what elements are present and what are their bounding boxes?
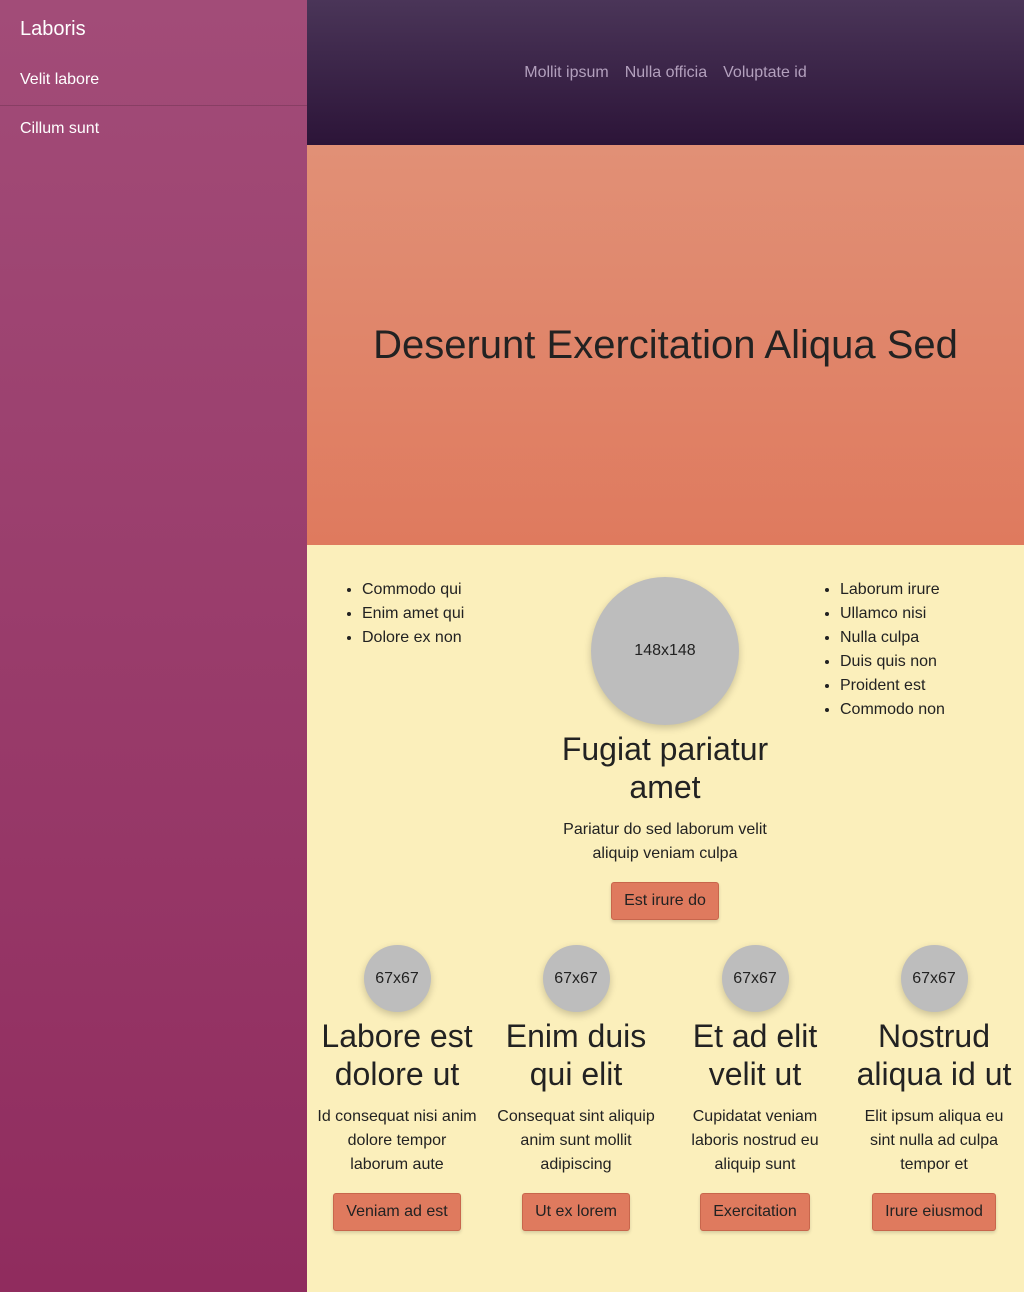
sidebar-brand[interactable]: Laboris (20, 18, 86, 41)
main-feature-image-placeholder: 148x148 (591, 577, 739, 725)
main-feature: 148x148 Fugiat pariatur amet Pariatur do… (540, 577, 790, 920)
sidebar: Laboris Velit labore Cillum sunt (0, 0, 307, 1292)
nav-link-nulla-officia[interactable]: Nulla officia (625, 64, 707, 82)
feature-button[interactable]: Exercitation (700, 1193, 810, 1231)
feature-image-placeholder: 67x67 (542, 945, 610, 1012)
main-feature-button[interactable]: Est irure do (611, 882, 719, 920)
feature-text: Elit ipsum aliqua eu sint nulla ad culpa… (864, 1108, 1004, 1173)
content-area: Commodo qui Enim amet qui Dolore ex non … (307, 545, 1024, 1292)
top-navigation: Mollit ipsum Nulla officia Voluptate id (307, 0, 1024, 145)
list-item: Ullamco nisi (840, 602, 945, 626)
sidebar-item-cillum-sunt[interactable]: Cillum sunt (20, 120, 99, 138)
feature-image-placeholder: 67x67 (363, 945, 431, 1012)
main-feature-title: Fugiat pariatur amet (561, 731, 769, 805)
nav-link-voluptate-id[interactable]: Voluptate id (723, 64, 807, 82)
sidebar-divider (0, 105, 307, 106)
list-item: Commodo non (840, 698, 945, 722)
list-item: Duis quis non (840, 650, 945, 674)
feature-title: Labore est dolore ut (321, 1018, 473, 1092)
right-bullet-list: Laborum irure Ullamco nisi Nulla culpa D… (840, 578, 945, 722)
feature-text: Cupidatat veniam laboris nostrud eu aliq… (691, 1108, 819, 1173)
list-item: Enim amet qui (362, 602, 464, 626)
main-feature-text: Pariatur do sed laborum velit aliquip ve… (563, 821, 767, 862)
feature-title: Nostrud aliqua id ut (856, 1018, 1012, 1092)
feature-text: Consequat sint aliquip anim sunt mollit … (497, 1108, 655, 1173)
feature-button[interactable]: Ut ex lorem (522, 1193, 630, 1231)
list-item: Dolore ex non (362, 626, 464, 650)
hero-banner: Deserunt Exercitation Aliqua Sed (307, 145, 1024, 545)
list-item: Nulla culpa (840, 626, 945, 650)
feature-card: 67x67 Labore est dolore ut Id consequat … (317, 945, 477, 1231)
feature-card: 67x67 Enim duis qui elit Consequat sint … (496, 945, 656, 1231)
sidebar-item-velit-labore[interactable]: Velit labore (20, 71, 99, 89)
feature-image-placeholder: 67x67 (721, 945, 789, 1012)
feature-title: Et ad elit velit ut (692, 1018, 818, 1092)
feature-title: Enim duis qui elit (505, 1018, 647, 1092)
feature-button[interactable]: Veniam ad est (333, 1193, 461, 1231)
feature-button[interactable]: Irure eiusmod (872, 1193, 996, 1231)
feature-card: 67x67 Et ad elit velit ut Cupidatat veni… (675, 945, 835, 1231)
feature-card: 67x67 Nostrud aliqua id ut Elit ipsum al… (854, 945, 1014, 1231)
hero-title: Deserunt Exercitation Aliqua Sed (373, 322, 958, 367)
feature-text: Id consequat nisi anim dolore tempor lab… (317, 1108, 477, 1173)
nav-link-mollit-ipsum[interactable]: Mollit ipsum (524, 64, 608, 82)
left-bullet-list: Commodo qui Enim amet qui Dolore ex non (362, 578, 464, 650)
list-item: Laborum irure (840, 578, 945, 602)
list-item: Proident est (840, 674, 945, 698)
feature-image-placeholder: 67x67 (900, 945, 968, 1012)
list-item: Commodo qui (362, 578, 464, 602)
